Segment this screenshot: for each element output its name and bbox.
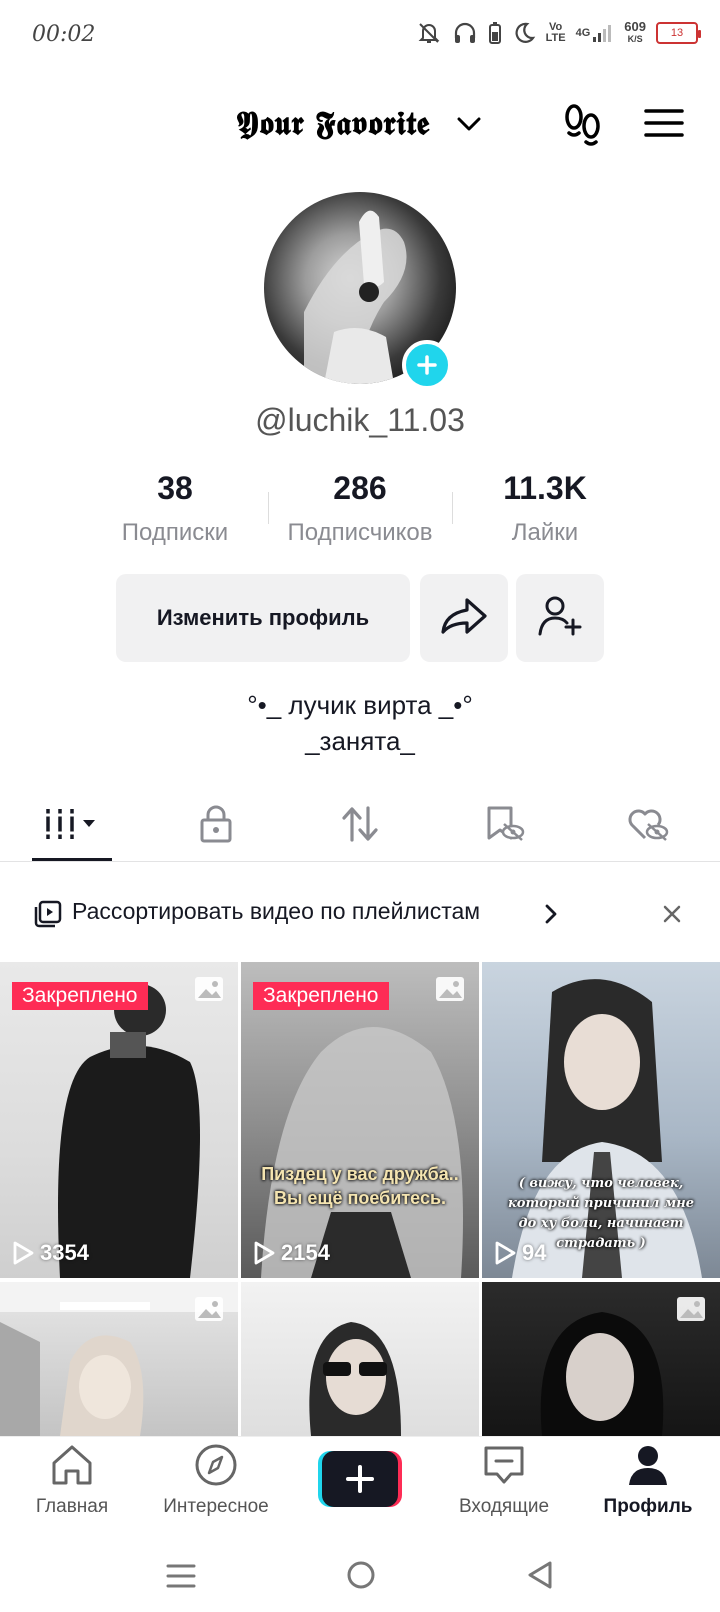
photo-icon	[676, 1296, 706, 1327]
share-profile-button[interactable]	[420, 574, 508, 662]
home-icon	[48, 1445, 96, 1491]
video-tile[interactable]: ( вижу, что человек, который причинил мн…	[482, 962, 720, 1278]
signal-icon: 4G	[576, 23, 615, 43]
likes-stat[interactable]: 11.3K Лайки	[455, 470, 635, 547]
playlist-banner-text: Рассортировать видео по плейлистам	[72, 898, 481, 924]
pinned-badge: Закреплено	[12, 982, 148, 1010]
add-friend-button[interactable]	[516, 574, 604, 662]
headphones-icon	[452, 20, 478, 46]
close-icon[interactable]	[662, 904, 682, 929]
nav-discover[interactable]: Интересное	[144, 1443, 288, 1518]
likes-label: Лайки	[511, 519, 579, 546]
liked-hidden-icon	[627, 804, 669, 849]
moon-icon	[512, 21, 536, 45]
view-count: 3354	[12, 1240, 89, 1266]
bell-muted-icon	[416, 20, 442, 46]
username: @luchik_11.03	[255, 402, 465, 438]
recent-apps-icon[interactable]	[166, 1562, 196, 1595]
network-speed: 609 K/S	[624, 19, 646, 44]
followers-stat[interactable]: 286 Подписчиков	[270, 470, 450, 547]
status-icons: Vo LTE 4G 609 K/S 13	[416, 19, 701, 46]
share-arrow-icon	[439, 596, 489, 641]
likes-count: 11.3K	[503, 470, 587, 506]
inbox-icon	[481, 1446, 527, 1491]
nav-label: Профиль	[603, 1496, 693, 1517]
tab-private[interactable]	[144, 790, 288, 862]
photo-icon	[194, 976, 224, 1007]
following-label: Подписки	[121, 519, 229, 546]
battery-saver-icon	[488, 20, 502, 46]
nav-label: Главная	[35, 1496, 109, 1517]
playlist-icon	[34, 900, 62, 933]
tab-favorites[interactable]	[432, 790, 576, 862]
status-bar: 00:02 Vo LTE 4G 609 K/S 13	[0, 0, 720, 72]
view-count: 94	[494, 1240, 546, 1266]
hamburger-menu-icon[interactable]	[644, 108, 684, 143]
tab-liked[interactable]	[576, 790, 720, 862]
reposts-icon	[340, 804, 380, 849]
nav-label: Интересное	[163, 1496, 269, 1517]
photo-icon	[194, 1296, 224, 1327]
volte-indicator: Vo LTE	[545, 21, 566, 44]
stat-divider	[268, 492, 269, 524]
video-tile[interactable]	[0, 1282, 238, 1436]
bio-line: _занята_	[305, 726, 415, 756]
nav-profile[interactable]: Профиль	[576, 1443, 720, 1518]
profile-icon	[625, 1446, 671, 1491]
back-icon[interactable]	[526, 1560, 554, 1595]
view-count: 2154	[253, 1240, 330, 1266]
add-user-icon	[537, 594, 583, 643]
favorites-hidden-icon	[483, 804, 525, 849]
create-button[interactable]	[318, 1451, 402, 1507]
photo-icon	[435, 976, 465, 1007]
videos-grid-icon	[42, 807, 102, 846]
bio-line: °•_ лучик вирта _•°	[247, 690, 473, 720]
playlist-banner[interactable]: Рассортировать видео по плейлистам	[0, 876, 720, 948]
home-circle-icon[interactable]	[346, 1560, 376, 1595]
compass-icon	[193, 1444, 239, 1491]
footprint-icon[interactable]	[563, 102, 603, 153]
account-switcher-title[interactable]: 𝖄𝖔𝖚𝖗 𝕱𝖆𝖛𝖔𝖗𝖎𝖙𝖊	[236, 104, 430, 143]
video-tile[interactable]: Закреплено Пиздец у вас дружба.. Вы ещё …	[241, 962, 479, 1278]
video-tile[interactable]	[482, 1282, 720, 1436]
followers-count: 286	[333, 470, 387, 506]
pinned-badge: Закреплено	[253, 982, 389, 1010]
clock: 00:02	[32, 22, 96, 47]
add-avatar-button[interactable]	[402, 340, 452, 390]
tab-videos[interactable]	[0, 790, 144, 862]
nav-label: Входящие	[458, 1496, 550, 1517]
video-tile[interactable]	[241, 1282, 479, 1436]
nav-home[interactable]: Главная	[0, 1443, 144, 1518]
video-caption: Пиздец у вас дружба.. Вы ещё поебитесь.	[261, 1164, 459, 1208]
edit-profile-button[interactable]: Изменить профиль	[116, 574, 410, 662]
system-navigation	[0, 1540, 720, 1612]
stat-divider	[452, 492, 453, 524]
chevron-down-icon[interactable]	[456, 114, 482, 139]
bottom-navigation: Главная Интересное Входящие Профиль	[0, 1436, 720, 1536]
followers-label: Подписчиков	[287, 519, 433, 546]
profile-header: 𝖄𝖔𝖚𝖗 𝕱𝖆𝖛𝖔𝖗𝖎𝖙𝖊	[0, 90, 720, 160]
tab-reposts[interactable]	[288, 790, 432, 862]
chevron-right-icon	[544, 904, 558, 929]
following-count: 38	[157, 470, 193, 506]
content-tabs	[0, 790, 720, 862]
video-tile[interactable]: Закреплено 3354	[0, 962, 238, 1278]
private-lock-icon	[199, 805, 233, 848]
selected-tab-indicator	[32, 858, 112, 861]
following-stat[interactable]: 38 Подписки	[85, 470, 265, 547]
battery-indicator: 13	[656, 22, 701, 44]
nav-inbox[interactable]: Входящие	[432, 1443, 576, 1518]
